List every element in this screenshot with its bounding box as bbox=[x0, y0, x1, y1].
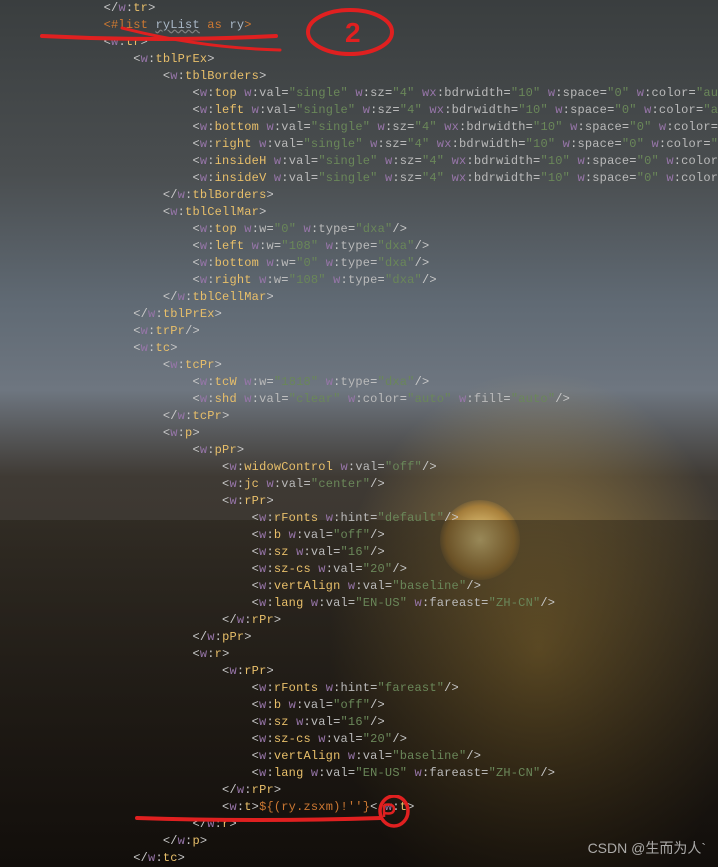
code-editor[interactable]: </w:tr> <#list ryList as ry> <w:tr> <w:t… bbox=[0, 0, 718, 867]
watermark: CSDN @生而为人` bbox=[588, 840, 706, 857]
